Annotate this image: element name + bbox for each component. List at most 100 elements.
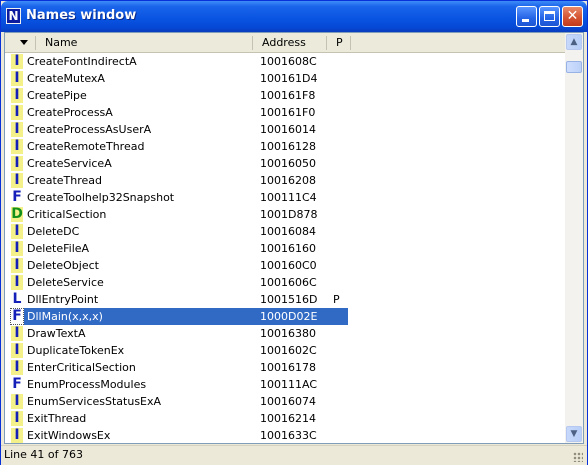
import-icon: I: [11, 428, 23, 443]
item-name: DeleteDC: [27, 225, 80, 238]
scroll-up-icon: ▲: [570, 37, 578, 47]
list-item[interactable]: I CreateMutexA 100161D4: [5, 70, 565, 87]
item-address: 1001D878: [260, 208, 318, 221]
list-item[interactable]: I EnumServicesStatusExA 10016074: [5, 393, 565, 410]
library-icon: L: [11, 291, 23, 307]
item-name: CriticalSection: [27, 208, 107, 221]
item-address: 10016128: [260, 140, 316, 153]
names-window: N Names window ✕ Name Address P I CreateF…: [0, 0, 588, 465]
item-name: CreateMutexA: [27, 72, 105, 85]
item-name: DrawTextA: [27, 327, 86, 340]
import-icon: I: [11, 241, 23, 256]
list-item[interactable]: I EnterCriticalSection 10016178: [5, 359, 565, 376]
item-name: DllMain(x,x,x): [27, 310, 103, 323]
item-address: 10016380: [260, 327, 316, 340]
item-address: 10016074: [260, 395, 316, 408]
item-address: 100161D4: [260, 72, 318, 85]
list-item[interactable]: I DeleteObject 100160C0: [5, 257, 565, 274]
list-item[interactable]: I DeleteService 1001606C: [5, 274, 565, 291]
list-item[interactable]: I ExitWindowsEx 1001633C: [5, 427, 565, 443]
column-header-name[interactable]: Name: [45, 33, 77, 52]
window-title: Names window: [26, 8, 137, 23]
list-item[interactable]: I DeleteFileA 10016160: [5, 240, 565, 257]
scroll-down-button[interactable]: ▼: [566, 426, 582, 442]
list-item[interactable]: L DllEntryPoint 1001516D P: [5, 291, 565, 308]
close-button[interactable]: ✕: [562, 6, 583, 27]
names-list: I CreateFontIndirectA 1001608C I CreateMutex…: [5, 53, 565, 443]
import-icon: I: [11, 360, 23, 375]
item-address: 1000D02E: [260, 310, 318, 323]
import-icon: I: [11, 122, 23, 137]
item-address: 100160C0: [260, 259, 317, 272]
item-public-flag: P: [333, 293, 340, 306]
import-icon: I: [11, 105, 23, 120]
list-item[interactable]: F CreateToolhelp32Snapshot 100111C4: [5, 189, 565, 206]
item-address: 10016050: [260, 157, 316, 170]
item-name: CreateRemoteThread: [27, 140, 145, 153]
item-address: 1001606C: [260, 276, 317, 289]
import-icon: I: [11, 275, 23, 290]
item-name: EnterCriticalSection: [27, 361, 136, 374]
status-line-count: Line 41 of 763: [4, 448, 84, 461]
list-item[interactable]: I DuplicateTokenEx 1001602C: [5, 342, 565, 359]
import-icon: I: [11, 326, 23, 341]
resize-grip-icon[interactable]: [573, 452, 583, 462]
item-address: 100161F0: [260, 106, 316, 119]
scroll-thumb[interactable]: [566, 61, 582, 73]
function-icon: F: [10, 308, 24, 325]
item-address: 1001516D: [260, 293, 318, 306]
minimize-button[interactable]: [516, 6, 537, 27]
list-item[interactable]: I CreateProcessA 100161F0: [5, 104, 565, 121]
column-separator[interactable]: [326, 36, 327, 50]
list-item[interactable]: F DllMain(x,x,x) 1000D02E: [5, 308, 565, 325]
maximize-button[interactable]: [539, 6, 560, 27]
names-list-view: Name Address P I CreateFontIndirectA 10016…: [4, 32, 584, 444]
item-name: CreateToolhelp32Snapshot: [27, 191, 175, 204]
function-icon: F: [11, 376, 23, 392]
item-address: 100161F8: [260, 89, 316, 102]
item-name: ExitWindowsEx: [27, 429, 111, 442]
sort-dropdown-icon[interactable]: [20, 40, 28, 45]
import-icon: I: [11, 139, 23, 154]
list-item[interactable]: I CreatePipe 100161F8: [5, 87, 565, 104]
item-address: 10016014: [260, 123, 316, 136]
item-name: EnumServicesStatusExA: [27, 395, 162, 408]
import-icon: I: [11, 173, 23, 188]
list-item[interactable]: F EnumProcessModules 100111AC: [5, 376, 565, 393]
list-item[interactable]: I DeleteDC 10016084: [5, 223, 565, 240]
list-item[interactable]: I CreateThread 10016208: [5, 172, 565, 189]
import-icon: I: [11, 88, 23, 103]
vertical-scrollbar[interactable]: ▲ ▼: [565, 33, 583, 443]
list-item[interactable]: I CreateRemoteThread 10016128: [5, 138, 565, 155]
item-address: 1001608C: [260, 55, 317, 68]
column-separator[interactable]: [350, 36, 351, 50]
scroll-down-icon: ▼: [570, 429, 578, 439]
list-item[interactable]: I CreateFontIndirectA 1001608C: [5, 53, 565, 70]
import-icon: I: [11, 343, 23, 358]
item-name: EnumProcessModules: [27, 378, 147, 391]
item-address: 10016084: [260, 225, 316, 238]
import-icon: I: [11, 224, 23, 239]
item-name: CreatePipe: [27, 89, 87, 102]
column-separator[interactable]: [35, 36, 36, 50]
list-item[interactable]: I ExitThread 10016214: [5, 410, 565, 427]
item-name: DllEntryPoint: [27, 293, 99, 306]
title-bar[interactable]: N Names window ✕: [1, 1, 587, 32]
list-item[interactable]: I DrawTextA 10016380: [5, 325, 565, 342]
column-header-public[interactable]: P: [336, 33, 343, 52]
list-item[interactable]: I CreateServiceA 10016050: [5, 155, 565, 172]
item-address: 1001633C: [260, 429, 317, 442]
list-item[interactable]: D CriticalSection 1001D878: [5, 206, 565, 223]
data-icon: D: [11, 206, 23, 222]
scroll-up-button[interactable]: ▲: [566, 34, 582, 50]
ida-names-icon: N: [6, 8, 21, 24]
import-icon: I: [11, 411, 23, 426]
minimize-icon: [522, 19, 529, 22]
column-header-address[interactable]: Address: [262, 33, 306, 52]
item-name: DeleteObject: [27, 259, 99, 272]
list-item[interactable]: I CreateProcessAsUserA 10016014: [5, 121, 565, 138]
column-separator[interactable]: [252, 36, 253, 50]
item-name: CreateFontIndirectA: [27, 55, 137, 68]
import-icon: I: [11, 71, 23, 86]
item-name: CreateProcessA: [27, 106, 113, 119]
